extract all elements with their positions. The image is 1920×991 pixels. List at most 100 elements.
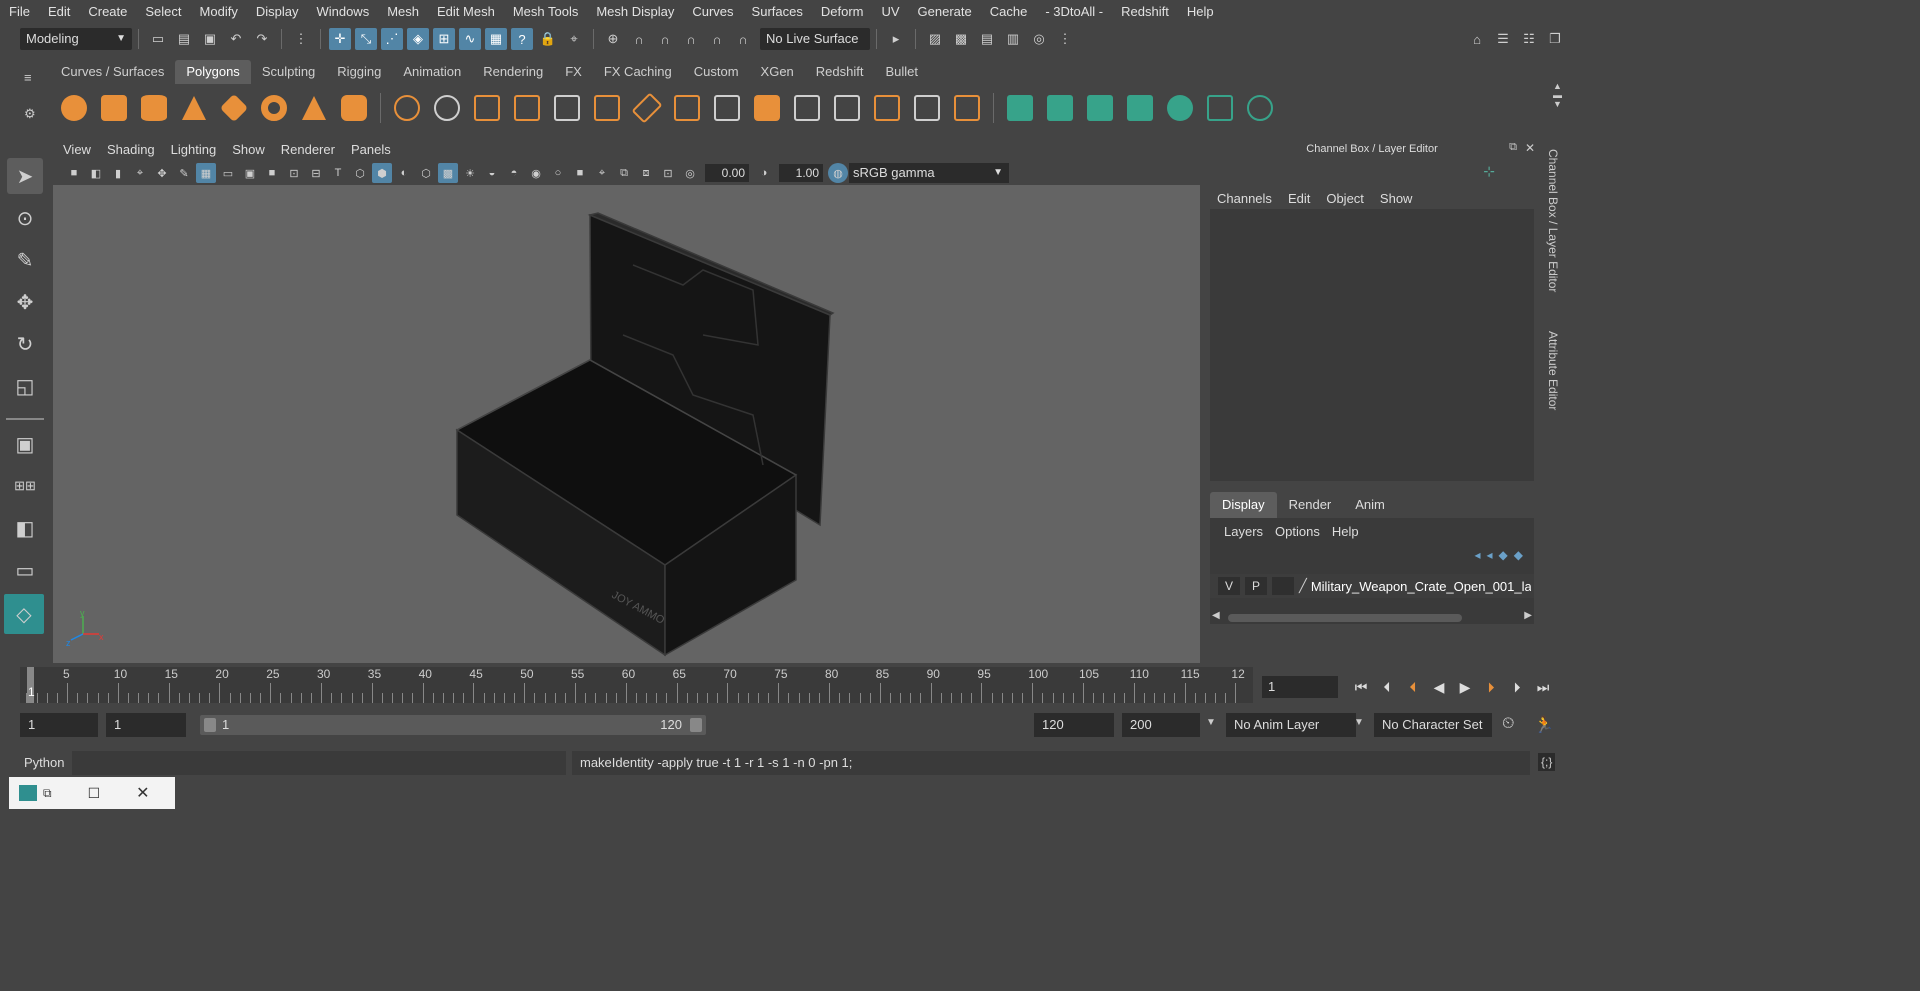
- scroll-left-icon[interactable]: ◀: [1212, 610, 1220, 621]
- menu-surfaces[interactable]: Surfaces: [743, 0, 812, 24]
- uv-editor-icon[interactable]: [1203, 91, 1237, 125]
- tab-redshift[interactable]: Redshift: [805, 60, 875, 84]
- channel-box-icon[interactable]: ❐: [1544, 28, 1566, 50]
- isolate-select-icon[interactable]: ⌖: [592, 163, 612, 183]
- hypershade-icon[interactable]: ◎: [1028, 28, 1050, 50]
- menu-display[interactable]: Display: [247, 0, 308, 24]
- play-forward-icon[interactable]: ▶: [1452, 679, 1478, 696]
- merge-icon[interactable]: [950, 91, 984, 125]
- menu-mesh[interactable]: Mesh: [378, 0, 428, 24]
- exposure-icon[interactable]: ◎: [680, 163, 700, 183]
- move-tool-icon[interactable]: ✥: [7, 284, 43, 320]
- menu-redshift[interactable]: Redshift: [1112, 0, 1178, 24]
- shelf-scroll-icon[interactable]: ▲ ▬ ▼: [1553, 82, 1562, 109]
- ipr-render-icon[interactable]: ▤: [976, 28, 998, 50]
- close-icon[interactable]: ✕: [1525, 141, 1535, 155]
- time-ruler[interactable]: 1 5 10 15 20 25 30 35 40 45 50 55 60 65 70 75 80 85 90 95 1…: [20, 667, 1253, 703]
- live-surface-field[interactable]: No Live Surface: [760, 28, 870, 50]
- tab-polygons[interactable]: Polygons: [175, 60, 251, 84]
- vp-menu-panels[interactable]: Panels: [343, 139, 399, 161]
- image-plane-icon[interactable]: ⌖: [130, 163, 150, 183]
- poly-pyramid-icon[interactable]: [297, 91, 331, 125]
- field-chart-icon[interactable]: ⊡: [284, 163, 304, 183]
- tab-sculpting[interactable]: Sculpting: [251, 60, 326, 84]
- select-hierarchy-icon[interactable]: ✛: [329, 28, 351, 50]
- wireframe-on-shaded-icon[interactable]: ⬡: [416, 163, 436, 183]
- step-back-key-icon[interactable]: ⏴: [1400, 679, 1426, 696]
- command-input[interactable]: [72, 751, 566, 775]
- mode-dropdown[interactable]: Modeling ▼: [20, 28, 132, 50]
- use-all-lights-icon[interactable]: ☀: [460, 163, 480, 183]
- menu-help[interactable]: Help: [1178, 0, 1223, 24]
- menu-cache[interactable]: Cache: [981, 0, 1037, 24]
- script-editor-icon[interactable]: {;}: [1538, 753, 1556, 771]
- step-back-icon[interactable]: ⏴: [1374, 679, 1400, 696]
- two-d-pan-icon[interactable]: ✥: [152, 163, 172, 183]
- tab-channel-box-layer-editor[interactable]: Channel Box / Layer Editor: [1546, 149, 1560, 292]
- textured-icon[interactable]: ▩: [438, 163, 458, 183]
- color-space-dropdown[interactable]: sRGB gamma ▼: [849, 163, 1009, 183]
- lasso-tool-icon[interactable]: ⊙: [7, 200, 43, 236]
- shelf-menu-icon[interactable]: ≡: [24, 70, 32, 85]
- select-component-icon[interactable]: ⋰: [381, 28, 403, 50]
- snap-curve-icon[interactable]: ∩: [628, 28, 650, 50]
- close-window-icon[interactable]: ✕: [136, 783, 149, 803]
- scale-tool-icon[interactable]: ◱: [7, 368, 43, 404]
- shelf-settings-icon[interactable]: ⚙: [24, 106, 36, 122]
- step-forward-icon[interactable]: ⏵: [1504, 679, 1530, 696]
- vp-menu-lighting[interactable]: Lighting: [163, 139, 225, 161]
- extract-icon[interactable]: [470, 91, 504, 125]
- layout-extra-icon[interactable]: ▭: [7, 552, 43, 588]
- snap-view-icon[interactable]: ∩: [680, 28, 702, 50]
- cb-menu-channels[interactable]: Channels: [1209, 191, 1280, 206]
- poly-torus-icon[interactable]: [257, 91, 291, 125]
- manipulator-icon[interactable]: ⊹: [1483, 163, 1495, 180]
- vp-menu-shading[interactable]: Shading: [99, 139, 163, 161]
- motion-blur-icon[interactable]: ◉: [526, 163, 546, 183]
- layer-type-toggle[interactable]: [1272, 577, 1294, 595]
- tool-settings-icon[interactable]: ☷: [1518, 28, 1540, 50]
- target-weld-icon[interactable]: [910, 91, 944, 125]
- cb-menu-edit[interactable]: Edit: [1280, 191, 1318, 206]
- bevel-icon[interactable]: [710, 91, 744, 125]
- uv-automatic-icon[interactable]: [1123, 91, 1157, 125]
- uv-unfold-icon[interactable]: [1163, 91, 1197, 125]
- bridge-icon[interactable]: [550, 91, 584, 125]
- menu-edit[interactable]: Edit: [39, 0, 79, 24]
- tab-curves-surfaces[interactable]: Curves / Surfaces: [50, 60, 175, 84]
- playback-end-field[interactable]: 120: [1034, 713, 1114, 737]
- input-output-icon[interactable]: ▸: [885, 28, 907, 50]
- bridge-edge-icon[interactable]: [750, 91, 784, 125]
- lock-icon[interactable]: 🔒: [537, 28, 559, 50]
- tab-anim-layers[interactable]: Anim: [1343, 492, 1397, 518]
- exposure-field[interactable]: 0.00: [705, 164, 749, 182]
- tab-fx-caching[interactable]: FX Caching: [593, 60, 683, 84]
- menu-curves[interactable]: Curves: [683, 0, 742, 24]
- anim-layer-field[interactable]: No Anim Layer: [1226, 713, 1356, 737]
- play-backward-icon[interactable]: ◀: [1426, 679, 1452, 696]
- menu-mesh-tools[interactable]: Mesh Tools: [504, 0, 588, 24]
- layer-menu-options[interactable]: Options: [1269, 524, 1326, 539]
- wireframe-icon[interactable]: ⬡: [350, 163, 370, 183]
- anti-aliasing-icon[interactable]: ○: [548, 163, 568, 183]
- single-perspective-icon[interactable]: ▣: [7, 426, 43, 462]
- expand-icon[interactable]: ⋮: [1054, 28, 1076, 50]
- safe-title-icon[interactable]: T: [328, 163, 348, 183]
- restore-window-icon[interactable]: ⧉: [43, 786, 52, 801]
- rotate-tool-icon[interactable]: ↻: [7, 326, 43, 362]
- poly-cylinder-icon[interactable]: [137, 91, 171, 125]
- menu-create[interactable]: Create: [79, 0, 136, 24]
- fill-hole-icon[interactable]: [590, 91, 624, 125]
- menu-edit-mesh[interactable]: Edit Mesh: [428, 0, 504, 24]
- tab-attribute-editor[interactable]: Attribute Editor: [1546, 331, 1560, 410]
- layer-menu-layers[interactable]: Layers: [1218, 524, 1269, 539]
- range-end-handle[interactable]: [690, 718, 702, 732]
- snap-point-icon[interactable]: ∩: [654, 28, 676, 50]
- anim-prefs-icon[interactable]: ⏲: [1502, 715, 1514, 733]
- mirror-icon[interactable]: [870, 91, 904, 125]
- render-view-icon[interactable]: ▨: [924, 28, 946, 50]
- float-panel-icon[interactable]: ⧉: [1509, 141, 1517, 154]
- maximize-icon[interactable]: ☐: [88, 785, 101, 802]
- tab-rigging[interactable]: Rigging: [326, 60, 392, 84]
- combine-icon[interactable]: [390, 91, 424, 125]
